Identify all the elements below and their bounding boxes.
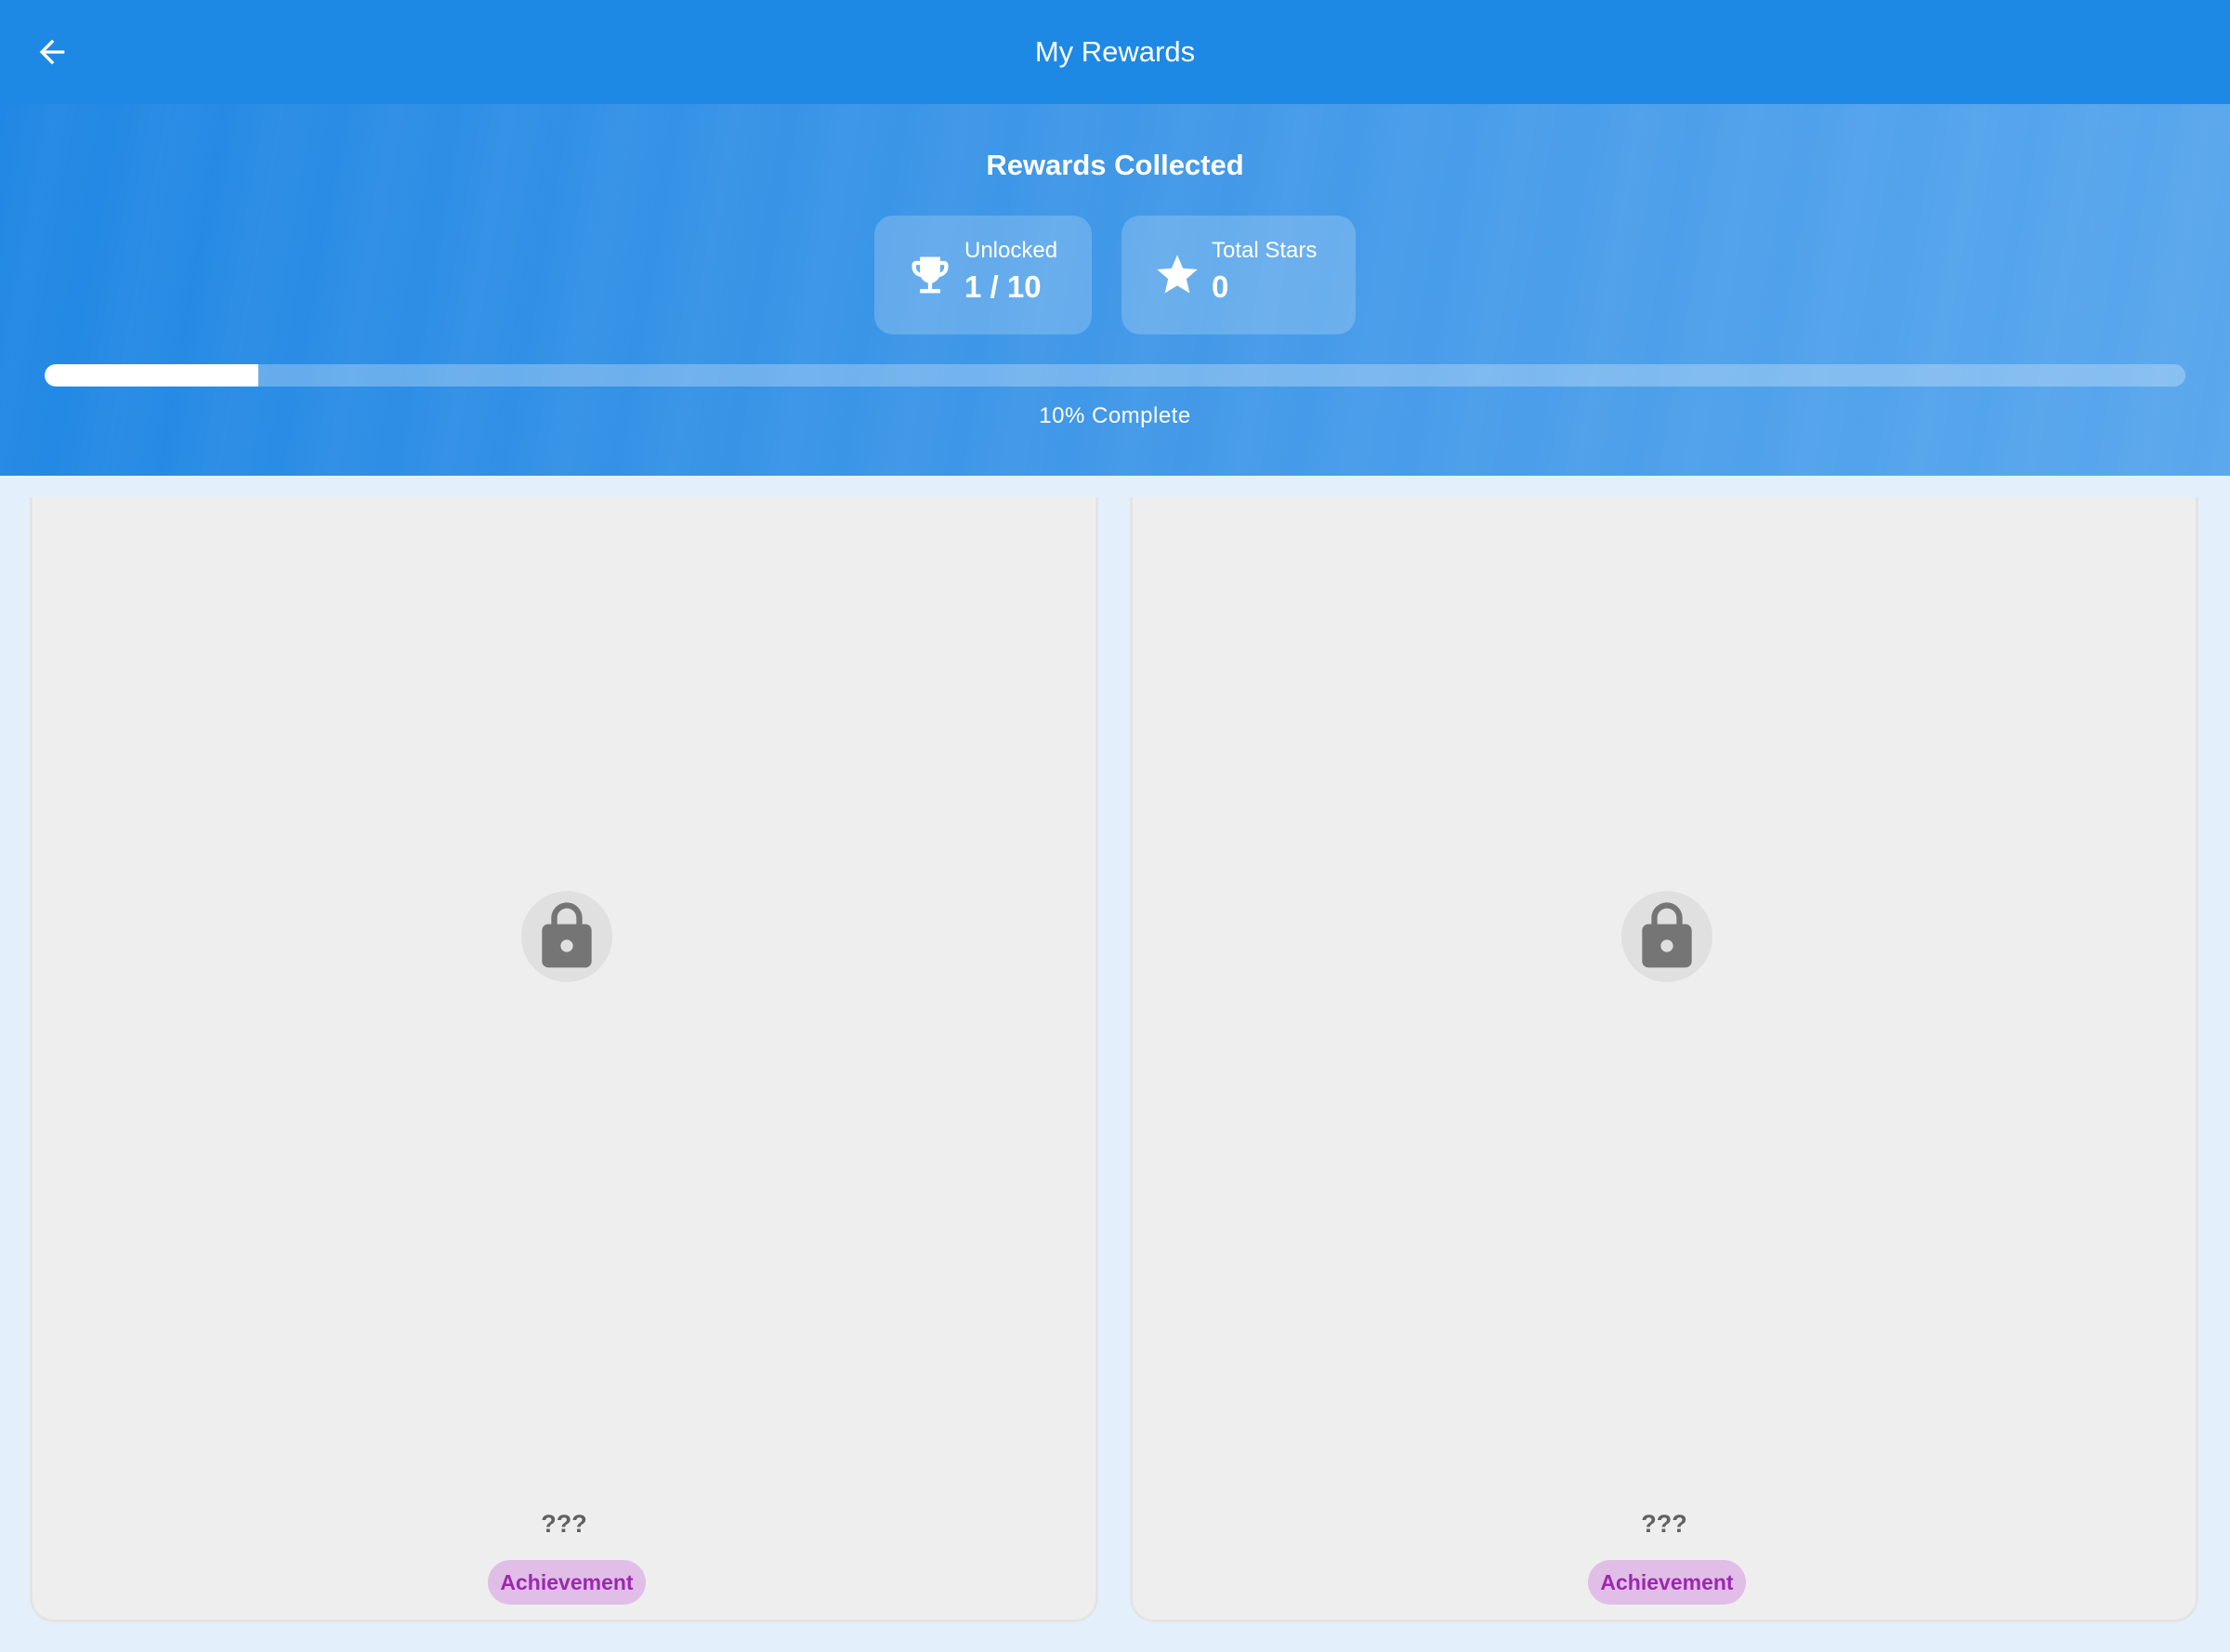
trophy-icon	[912, 256, 949, 294]
lock-badge	[1621, 891, 1712, 982]
progress-label: 10% Complete	[1039, 403, 1191, 428]
unlocked-value: 1 / 10	[964, 269, 1042, 304]
progress-bar	[45, 364, 2185, 387]
progress-bar-fill	[45, 364, 259, 387]
unlocked-stat-card: Unlocked 1 / 10	[874, 216, 1092, 334]
page-title: My Rewards	[1034, 35, 1196, 68]
app-bar: My Rewards	[0, 0, 2230, 104]
arrow-back-icon	[39, 39, 65, 65]
lock-icon	[542, 902, 592, 968]
summary-title: Rewards Collected	[986, 149, 1244, 181]
reward-card[interactable]: ??? Achievement	[30, 497, 1098, 1622]
total-stars-stat-card: Total Stars 0	[1122, 216, 1356, 334]
back-button[interactable]	[24, 24, 80, 80]
reward-name: ???	[541, 1510, 587, 1538]
reward-name: ???	[1641, 1510, 1687, 1538]
star-icon	[1157, 255, 1198, 294]
reward-category-chip: Achievement	[488, 1560, 646, 1605]
unlocked-label: Unlocked	[964, 238, 1058, 263]
lock-icon	[1642, 902, 1692, 968]
rewards-summary-panel: Rewards Collected Unlocked 1 / 10 Total …	[0, 104, 2230, 476]
total-stars-label: Total Stars	[1212, 238, 1318, 263]
lock-badge	[521, 891, 612, 982]
reward-category-chip: Achievement	[1588, 1560, 1746, 1605]
total-stars-value: 0	[1212, 269, 1229, 304]
reward-card[interactable]: ??? Achievement	[1130, 497, 2198, 1622]
